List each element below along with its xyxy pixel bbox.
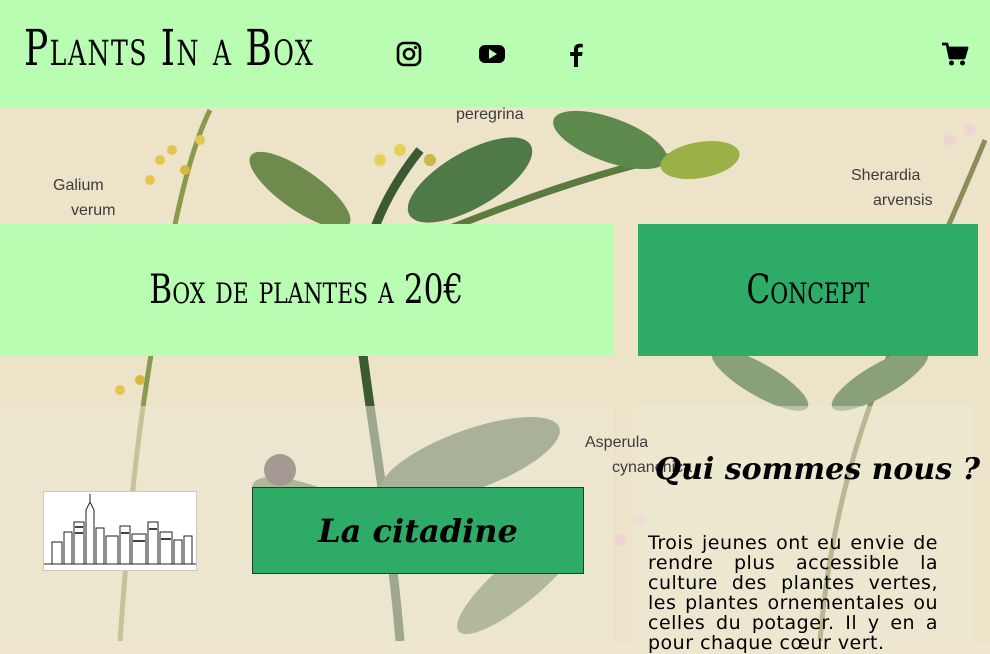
plant-label: Galium — [53, 177, 104, 194]
about-text: Trois jeunes ont eu envie de rendre plus… — [648, 532, 938, 654]
cart-icon[interactable] — [941, 41, 969, 67]
plant-label: Sherardia — [851, 167, 921, 184]
concept-link[interactable]: Concept — [638, 224, 978, 356]
box-plantes-link[interactable]: Box de plantes a 20€ — [0, 224, 613, 356]
citadine-label: La citadine — [318, 511, 518, 550]
plant-label: Asperula — [585, 434, 649, 451]
site-logo[interactable]: Plants In a Box — [24, 18, 314, 78]
plant-label: arvensis — [873, 192, 933, 209]
facebook-icon[interactable] — [564, 40, 588, 68]
concept-label: Concept — [746, 267, 870, 313]
youtube-icon[interactable] — [478, 40, 506, 68]
plant-label: peregrina — [456, 106, 524, 123]
city-skyline-image — [43, 491, 197, 571]
box-plantes-label: Box de plantes a 20€ — [149, 267, 464, 313]
about-title: Qui sommes nous ? — [655, 452, 981, 487]
site-header: Plants In a Box — [0, 0, 990, 107]
instagram-icon[interactable] — [395, 40, 423, 68]
plant-label: verum — [71, 202, 116, 219]
citadine-button[interactable]: La citadine — [252, 487, 584, 574]
